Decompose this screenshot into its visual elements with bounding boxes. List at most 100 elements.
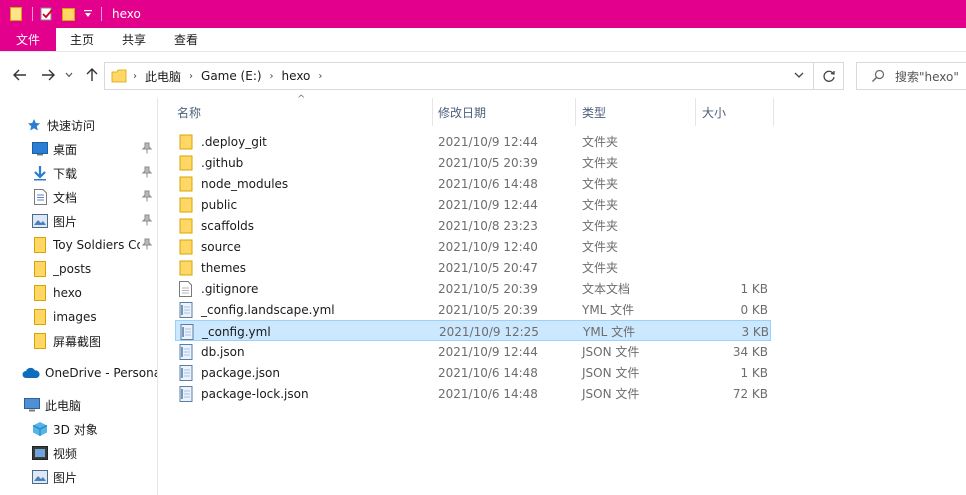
sidebar-item-desktop[interactable]: 桌面 — [32, 138, 157, 160]
file-type: 文件夹 — [582, 240, 619, 254]
sidebar-item-this-pc[interactable]: 此电脑 — [24, 394, 157, 416]
address-bar[interactable]: › 此电脑 › Game (E:) › hexo › — [104, 62, 814, 90]
refresh-button[interactable] — [814, 62, 844, 90]
sidebar-item-hexo[interactable]: hexo — [32, 282, 157, 304]
file-icon — [179, 343, 195, 360]
navigation-pane: 快速访问 桌面 下载 文档 图片 Toy Soldiers Co _posts … — [0, 98, 158, 495]
file-row[interactable]: .deploy_git 2021/10/9 12:44 文件夹 — [175, 131, 771, 152]
sidebar-item-images[interactable]: images — [32, 306, 157, 328]
navigation-bar: › 此电脑 › Game (E:) › hexo › 搜索"hexo" — [0, 52, 966, 98]
forward-arrow-icon[interactable] — [38, 66, 58, 84]
new-folder-icon[interactable] — [61, 6, 77, 22]
column-header-name[interactable]: 名称 — [177, 98, 429, 126]
file-row[interactable]: public 2021/10/9 12:44 文件夹 — [175, 194, 771, 215]
properties-icon[interactable] — [39, 6, 55, 22]
pin-icon[interactable] — [141, 190, 154, 204]
pin-icon[interactable] — [141, 166, 154, 180]
sidebar-item-pc-pictures[interactable]: 图片 — [32, 466, 157, 488]
file-row[interactable]: _config.landscape.yml 2021/10/5 20:39 YML … — [175, 299, 771, 320]
column-header-size[interactable]: 大小 — [702, 98, 772, 126]
file-row[interactable]: package.json 2021/10/6 14:48 JSON 文件 1 KB — [175, 362, 771, 383]
up-arrow-icon[interactable] — [82, 66, 102, 84]
title-bar: hexo — [0, 0, 966, 28]
file-type: YML 文件 — [583, 325, 636, 339]
file-icon — [179, 385, 195, 402]
file-date: 2021/10/6 14:48 — [438, 176, 538, 191]
pin-icon[interactable] — [141, 214, 154, 228]
text-file-icon — [179, 280, 195, 297]
breadcrumb-separator-icon[interactable]: › — [187, 71, 195, 82]
customize-toolbar-icon[interactable] — [83, 6, 93, 22]
file-row[interactable]: .github 2021/10/5 20:39 文件夹 — [175, 152, 771, 173]
tab-share[interactable]: 共享 — [108, 28, 160, 51]
column-divider[interactable] — [773, 98, 774, 126]
file-name: node_modules — [201, 176, 289, 191]
file-date: 2021/10/5 20:47 — [438, 260, 538, 275]
file-size — [675, 152, 768, 173]
breadcrumb-hexo[interactable]: hexo — [276, 69, 317, 83]
ribbon-tabs: 文件 主页 共享 查看 — [0, 28, 966, 52]
breadcrumb-this-pc[interactable]: 此电脑 — [139, 68, 187, 85]
sidebar-item-toy-soldiers[interactable]: Toy Soldiers Co — [32, 234, 157, 256]
search-box[interactable]: 搜索"hexo" — [856, 62, 966, 90]
sidebar-item-onedrive[interactable]: OneDrive - Persona — [22, 362, 157, 384]
tab-file[interactable]: 文件 — [0, 28, 56, 51]
quick-access-toolbar — [0, 0, 108, 28]
file-type: JSON 文件 — [582, 387, 640, 401]
sidebar-item-screenshots[interactable]: 屏幕截图 — [32, 330, 157, 352]
breadcrumb-separator-icon[interactable]: › — [268, 71, 276, 82]
sidebar-item-posts[interactable]: _posts — [32, 258, 157, 280]
file-row[interactable]: scaffolds 2021/10/8 23:23 文件夹 — [175, 215, 771, 236]
sidebar-item-downloads[interactable]: 下载 — [32, 162, 157, 184]
column-header-type[interactable]: 类型 — [582, 98, 692, 126]
folder-icon — [32, 237, 48, 253]
folder-icon — [179, 176, 195, 192]
file-name: _config.landscape.yml — [201, 302, 335, 317]
search-input[interactable]: 搜索"hexo" — [895, 68, 959, 85]
file-icon — [180, 323, 196, 340]
file-type: 文件夹 — [582, 177, 619, 191]
folder-icon — [32, 309, 48, 325]
column-divider[interactable] — [695, 98, 696, 126]
star-icon — [26, 117, 42, 133]
breadcrumb-drive[interactable]: Game (E:) — [195, 69, 268, 83]
file-size — [675, 215, 768, 236]
file-date: 2021/10/6 14:48 — [438, 365, 538, 380]
file-type: 文件夹 — [582, 198, 619, 212]
breadcrumb-separator-icon[interactable]: › — [316, 71, 324, 82]
sidebar-item-documents[interactable]: 文档 — [32, 186, 157, 208]
picture-icon — [32, 213, 48, 229]
folder-icon[interactable] — [8, 6, 24, 22]
file-type: 文件夹 — [582, 156, 619, 170]
column-divider[interactable] — [575, 98, 576, 126]
file-row[interactable]: themes 2021/10/5 20:47 文件夹 — [175, 257, 771, 278]
column-divider[interactable] — [432, 98, 433, 126]
sidebar-item-pictures[interactable]: 图片 — [32, 210, 157, 232]
file-type: 文件夹 — [582, 135, 619, 149]
breadcrumb-separator-icon[interactable]: › — [131, 71, 139, 82]
tab-view[interactable]: 查看 — [160, 28, 212, 51]
file-row[interactable]: _config.yml 2021/10/9 12:25 YML 文件 3 KB — [175, 320, 771, 341]
sidebar-item-3d-objects[interactable]: 3D 对象 — [32, 418, 157, 440]
folder-icon — [111, 69, 127, 83]
file-row[interactable]: db.json 2021/10/9 12:44 JSON 文件 34 KB — [175, 341, 771, 362]
pin-icon[interactable] — [141, 142, 154, 156]
sidebar-item-quick-access[interactable]: 快速访问 — [26, 114, 157, 136]
tab-home[interactable]: 主页 — [56, 28, 108, 51]
column-header-date[interactable]: 修改日期 — [438, 98, 570, 126]
file-name: .gitignore — [201, 281, 259, 296]
file-row[interactable]: package-lock.json 2021/10/6 14:48 JSON 文件 7… — [175, 383, 771, 404]
back-arrow-icon[interactable] — [10, 66, 30, 84]
file-row[interactable]: node_modules 2021/10/6 14:48 文件夹 — [175, 173, 771, 194]
file-row[interactable]: source 2021/10/9 12:40 文件夹 — [175, 236, 771, 257]
recent-locations-chevron-icon[interactable] — [62, 66, 76, 84]
sidebar-item-videos[interactable]: 视频 — [32, 442, 157, 464]
pin-icon[interactable] — [141, 238, 154, 252]
file-row[interactable]: .gitignore 2021/10/5 20:39 文本文档 1 KB — [175, 278, 771, 299]
file-size — [675, 194, 768, 215]
address-history-chevron-icon[interactable] — [793, 69, 807, 83]
file-date: 2021/10/5 20:39 — [438, 281, 538, 296]
folder-icon — [32, 285, 48, 301]
file-type: YML 文件 — [582, 303, 635, 317]
file-type: JSON 文件 — [582, 345, 640, 359]
